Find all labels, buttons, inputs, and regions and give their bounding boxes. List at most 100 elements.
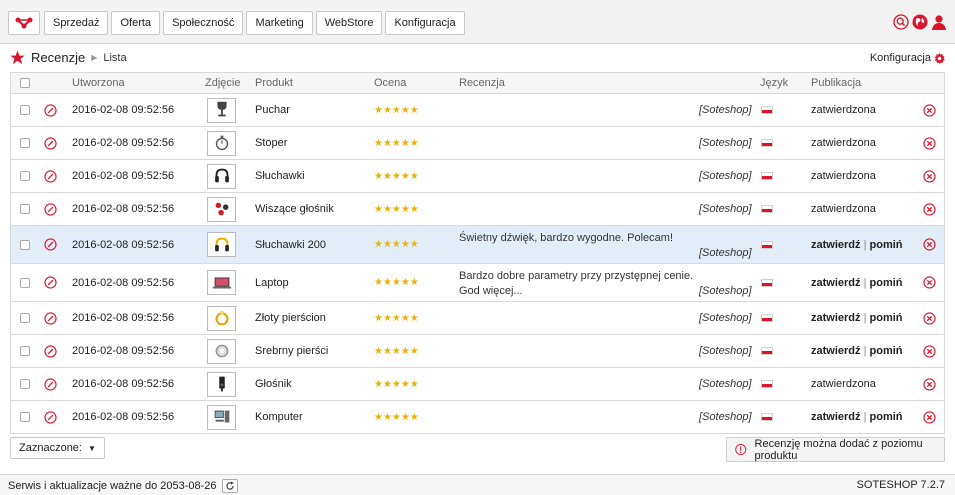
product-thumbnail[interactable] (207, 270, 236, 295)
shop-name: [Soteshop] (699, 104, 752, 116)
table-row[interactable]: 2016-02-08 09:52:56 Srebrny pierści ★★★★… (11, 335, 944, 368)
edit-icon[interactable] (44, 410, 57, 424)
row-select-checkbox[interactable] (20, 313, 30, 323)
publication-status: zatwierdzona (811, 203, 876, 215)
delete-icon[interactable] (923, 169, 936, 183)
refresh-button[interactable] (221, 479, 238, 493)
edit-icon[interactable] (44, 311, 57, 325)
table-row[interactable]: 2016-02-08 09:52:56 Wiszące głośnik ★★★★… (11, 193, 944, 226)
table-row[interactable]: 2016-02-08 09:52:56 Laptop ★★★★★ Bardzo … (11, 264, 944, 302)
edit-icon[interactable] (44, 276, 57, 289)
nav-marketing-button[interactable]: Marketing (246, 11, 313, 35)
shop-name: [Soteshop] (699, 285, 752, 297)
search-icon[interactable] (893, 14, 909, 30)
poland-flag-icon (761, 278, 773, 287)
reject-link[interactable]: pomiń (870, 345, 903, 357)
column-header-publication[interactable]: Publikacja (811, 73, 861, 93)
product-thumbnail[interactable] (207, 232, 236, 257)
table-row[interactable]: 2016-02-08 09:52:56 Złoty pierścion ★★★★… (11, 302, 944, 335)
rating-stars: ★★★★★ (374, 239, 419, 250)
table-row[interactable]: 2016-02-08 09:52:56 Słuchawki 200 ★★★★★ … (11, 226, 944, 264)
delete-icon[interactable] (923, 136, 936, 150)
approve-link[interactable]: zatwierdź (811, 312, 861, 324)
edit-icon[interactable] (44, 103, 57, 117)
column-header-rating[interactable]: Ocena (374, 73, 406, 93)
product-thumbnail[interactable] (207, 163, 236, 189)
row-select-checkbox[interactable] (20, 412, 30, 422)
row-select-checkbox[interactable] (20, 105, 30, 115)
delete-icon[interactable] (923, 276, 936, 289)
product-thumbnail[interactable] (207, 97, 236, 123)
edit-icon[interactable] (44, 377, 57, 391)
product-thumbnail[interactable] (207, 338, 236, 364)
info-notice: Recenzję można dodać z poziomu produktu (726, 437, 945, 462)
product-name[interactable]: Słuchawki (255, 160, 305, 192)
reject-link[interactable]: pomiń (870, 411, 903, 423)
product-name[interactable]: Komputer (255, 401, 303, 433)
product-name[interactable]: Słuchawki 200 (255, 226, 326, 263)
table-row[interactable]: 2016-02-08 09:52:56 Stoper ★★★★★ [Sotesh… (11, 127, 944, 160)
delete-icon[interactable] (923, 311, 936, 325)
product-thumbnail[interactable] (207, 130, 236, 156)
nav-configuration-button[interactable]: Konfiguracja (385, 11, 465, 35)
configuration-link[interactable]: Konfiguracja (870, 52, 945, 64)
table-row[interactable]: 2016-02-08 09:52:56 Słuchawki ★★★★★ [Sot… (11, 160, 944, 193)
created-date: 2016-02-08 09:52:56 (72, 170, 175, 182)
product-thumbnail[interactable] (207, 305, 236, 331)
table-row[interactable]: 2016-02-08 09:52:56 Głośnik ★★★★★ [Sotes… (11, 368, 944, 401)
bulk-action-dropdown[interactable]: Zaznaczone: ▼ (10, 437, 105, 459)
nav-offer-button[interactable]: Oferta (111, 11, 161, 35)
product-name[interactable]: Srebrny pierści (255, 335, 328, 367)
page-title[interactable]: Recenzje (31, 50, 85, 65)
delete-icon[interactable] (923, 238, 936, 251)
reject-link[interactable]: pomiń (870, 277, 903, 289)
delete-icon[interactable] (923, 344, 936, 358)
table-row[interactable]: 2016-02-08 09:52:56 Komputer ★★★★★ [Sote… (11, 401, 944, 434)
headphones-icon (214, 168, 229, 183)
product-name[interactable]: Stoper (255, 127, 287, 159)
review-text[interactable]: Bardzo dobre parametry przy przystępnej … (459, 269, 699, 299)
home-logo-button[interactable] (8, 11, 40, 35)
row-select-checkbox[interactable] (20, 171, 30, 181)
delete-icon[interactable] (923, 377, 936, 391)
row-select-checkbox[interactable] (20, 379, 30, 389)
approve-link[interactable]: zatwierdź (811, 239, 861, 251)
row-select-checkbox[interactable] (20, 277, 30, 288)
product-name[interactable]: Głośnik (255, 368, 292, 400)
select-all-checkbox[interactable] (20, 78, 30, 88)
product-thumbnail[interactable] (207, 404, 236, 430)
edit-icon[interactable] (44, 344, 57, 358)
approve-link[interactable]: zatwierdź (811, 411, 861, 423)
product-name[interactable]: Wiszące głośnik (255, 193, 334, 225)
delete-icon[interactable] (923, 202, 936, 216)
delete-icon[interactable] (923, 410, 936, 424)
product-name[interactable]: Złoty pierścion (255, 302, 326, 334)
row-select-checkbox[interactable] (20, 239, 30, 250)
edit-icon[interactable] (44, 202, 57, 216)
row-select-checkbox[interactable] (20, 138, 30, 148)
delete-icon[interactable] (923, 103, 936, 117)
nav-community-button[interactable]: Społeczność (163, 11, 244, 35)
approve-link[interactable]: zatwierdź (811, 277, 861, 289)
review-text[interactable]: Świetny dźwięk, bardzo wygodne. Polecam! (459, 231, 699, 246)
edit-icon[interactable] (44, 169, 57, 183)
row-select-checkbox[interactable] (20, 346, 30, 356)
approve-link[interactable]: zatwierdź (811, 345, 861, 357)
table-row[interactable]: 2016-02-08 09:52:56 Puchar ★★★★★ [Sotesh… (11, 94, 944, 127)
row-select-checkbox[interactable] (20, 204, 30, 214)
column-header-created[interactable]: Utworzona (72, 73, 125, 93)
reject-link[interactable]: pomiń (870, 312, 903, 324)
poland-flag-icon (761, 314, 773, 322)
edit-icon[interactable] (44, 136, 57, 150)
nav-webstore-button[interactable]: WebStore (315, 11, 383, 35)
product-name[interactable]: Laptop (255, 264, 289, 301)
globe-icon[interactable] (912, 14, 928, 30)
edit-icon[interactable] (44, 238, 57, 251)
product-thumbnail[interactable] (207, 371, 236, 397)
product-name[interactable]: Puchar (255, 94, 290, 126)
reject-link[interactable]: pomiń (870, 239, 903, 251)
user-icon[interactable] (931, 14, 947, 30)
product-thumbnail[interactable] (207, 196, 236, 222)
nav-sales-button[interactable]: Sprzedaż (44, 11, 109, 35)
column-header-product[interactable]: Produkt (255, 73, 293, 93)
